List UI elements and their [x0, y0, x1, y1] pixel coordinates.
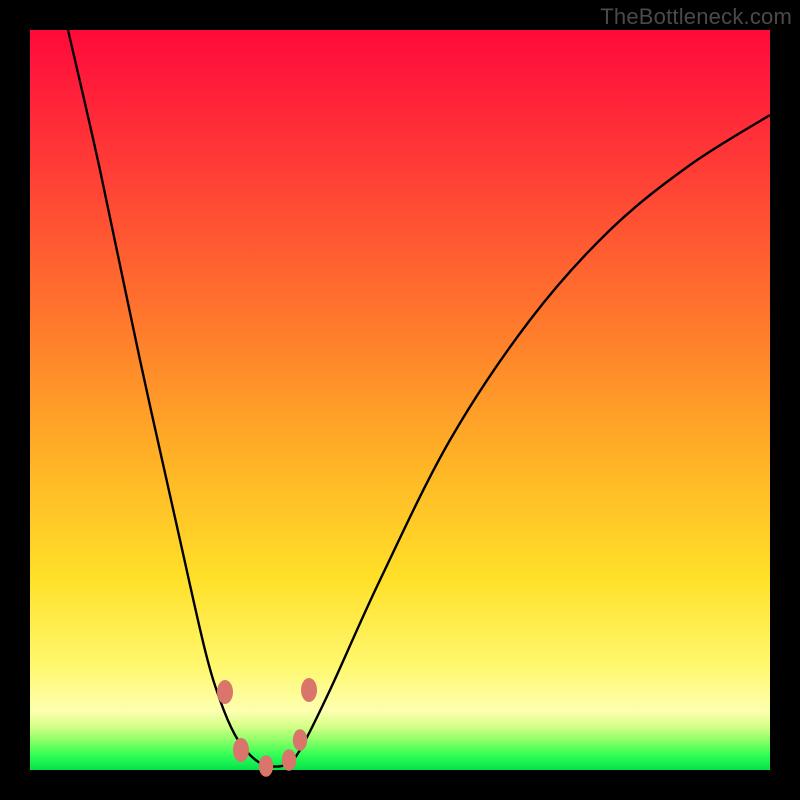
curve-marker [217, 680, 233, 704]
plot-area [30, 30, 770, 770]
bottleneck-curve [30, 30, 770, 770]
curve-path [68, 30, 770, 767]
curve-marker [282, 749, 296, 771]
curve-marker [301, 678, 317, 702]
watermark-text: TheBottleneck.com [600, 4, 792, 30]
curve-marker [259, 755, 273, 777]
curve-marker [233, 738, 249, 762]
chart-frame: TheBottleneck.com [0, 0, 800, 800]
curve-marker [293, 729, 307, 751]
